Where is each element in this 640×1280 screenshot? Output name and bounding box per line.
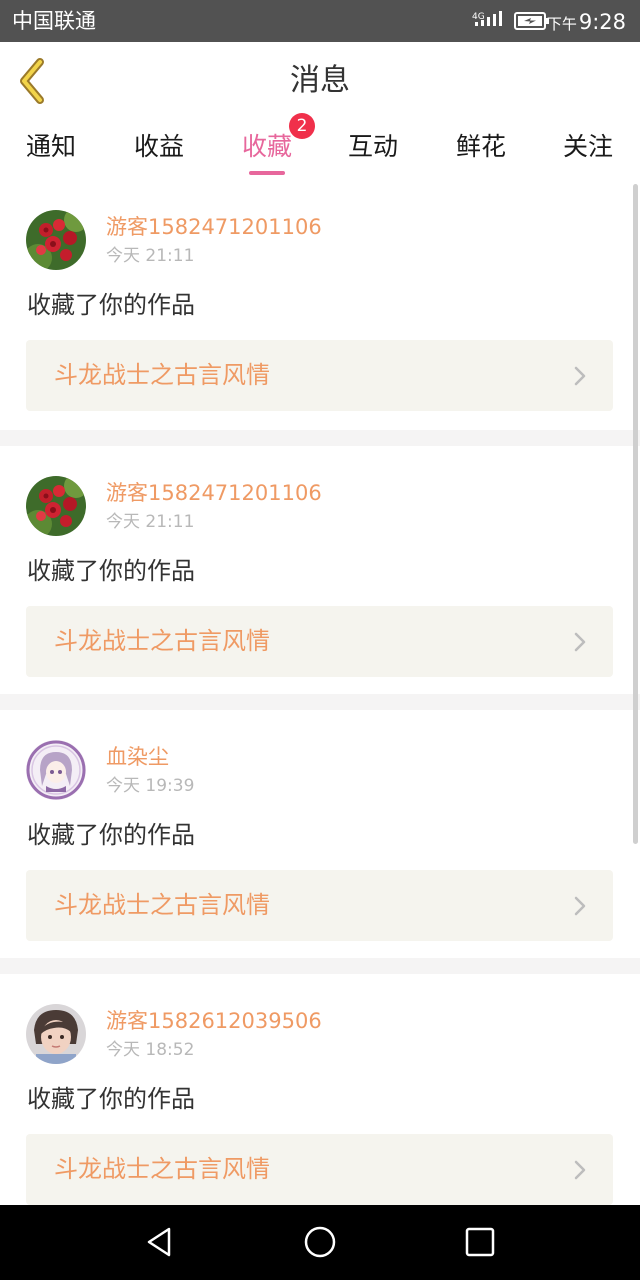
page-title: 消息 [290, 63, 350, 98]
username[interactable]: 游客1582612039506 [106, 1008, 322, 1034]
avatar[interactable] [26, 1004, 86, 1064]
rose-avatar-image [26, 210, 86, 270]
signal-icon: 4G [472, 11, 502, 26]
message-card: 游客1582471201106 今天 21:11 收藏了你的作品 斗龙战士之古言… [0, 180, 640, 430]
work-link[interactable]: 斗龙战士之古言风情 [26, 1134, 613, 1205]
tab-flowers[interactable]: 鲜花 [436, 130, 526, 164]
action-text: 收藏了你的作品 [27, 291, 195, 319]
active-tab-indicator [249, 171, 285, 175]
message-list[interactable]: 游客1582471201106 今天 21:11 收藏了你的作品 斗龙战士之古言… [0, 180, 640, 1205]
card-separator [0, 958, 640, 974]
work-title: 斗龙战士之古言风情 [54, 361, 270, 389]
chevron-right-icon [574, 366, 586, 386]
avatar[interactable] [26, 740, 86, 800]
tab-interactions[interactable]: 互动 [328, 130, 418, 164]
anime-avatar-image [26, 740, 86, 800]
clock: 下午9:28 [547, 9, 626, 37]
clock-period: 下午 [546, 15, 577, 33]
tab-bar: 通知 收益 收藏 互动 鲜花 关注 [0, 120, 640, 180]
scrollbar[interactable] [633, 184, 638, 844]
timestamp: 今天 18:52 [106, 1040, 195, 1060]
clock-time: 9:28 [578, 10, 626, 34]
status-bar: 中国联通 4G 下午9:28 [0, 0, 640, 42]
action-text: 收藏了你的作品 [27, 821, 195, 849]
carrier-name: 中国联通 [12, 9, 96, 33]
timestamp: 今天 19:39 [106, 776, 195, 796]
message-card: 游客1582471201106 今天 21:11 收藏了你的作品 斗龙战士之古言… [0, 446, 640, 696]
message-card: 游客1582612039506 今天 18:52 收藏了你的作品 斗龙战士之古言… [0, 974, 640, 1205]
username[interactable]: 游客1582471201106 [106, 214, 322, 240]
work-title: 斗龙战士之古言风情 [54, 1155, 270, 1183]
card-separator [0, 430, 640, 446]
username[interactable]: 血染尘 [106, 744, 169, 770]
message-card: 血染尘 今天 19:39 收藏了你的作品 斗龙战士之古言风情 [0, 710, 640, 960]
action-text: 收藏了你的作品 [27, 557, 195, 585]
back-button[interactable] [10, 54, 58, 108]
action-text: 收藏了你的作品 [27, 1085, 195, 1113]
chevron-right-icon [574, 1160, 586, 1180]
card-separator [0, 694, 640, 710]
chevron-right-icon [574, 632, 586, 652]
child-avatar-image [26, 1004, 86, 1064]
work-title: 斗龙战士之古言风情 [54, 891, 270, 919]
timestamp: 今天 21:11 [106, 512, 195, 532]
nav-back-icon[interactable] [142, 1224, 178, 1260]
avatar[interactable] [26, 476, 86, 536]
username[interactable]: 游客1582471201106 [106, 480, 322, 506]
nav-recents-icon[interactable] [462, 1224, 498, 1260]
work-link[interactable]: 斗龙战士之古言风情 [26, 606, 613, 677]
rose-avatar-image [26, 476, 86, 536]
avatar[interactable] [26, 210, 86, 270]
battery-charging-icon [514, 12, 549, 30]
tab-earnings[interactable]: 收益 [114, 130, 204, 164]
favorites-count-badge: 2 [289, 113, 315, 139]
tab-notifications[interactable]: 通知 [6, 130, 96, 164]
tab-following[interactable]: 关注 [543, 130, 633, 164]
navigation-bar [0, 1205, 640, 1280]
work-link[interactable]: 斗龙战士之古言风情 [26, 870, 613, 941]
chevron-right-icon [574, 896, 586, 916]
work-link[interactable]: 斗龙战士之古言风情 [26, 340, 613, 411]
back-chevron-icon [20, 58, 44, 104]
timestamp: 今天 21:11 [106, 246, 195, 266]
work-title: 斗龙战士之古言风情 [54, 627, 270, 655]
nav-home-icon[interactable] [302, 1224, 338, 1260]
header: 消息 [0, 42, 640, 121]
